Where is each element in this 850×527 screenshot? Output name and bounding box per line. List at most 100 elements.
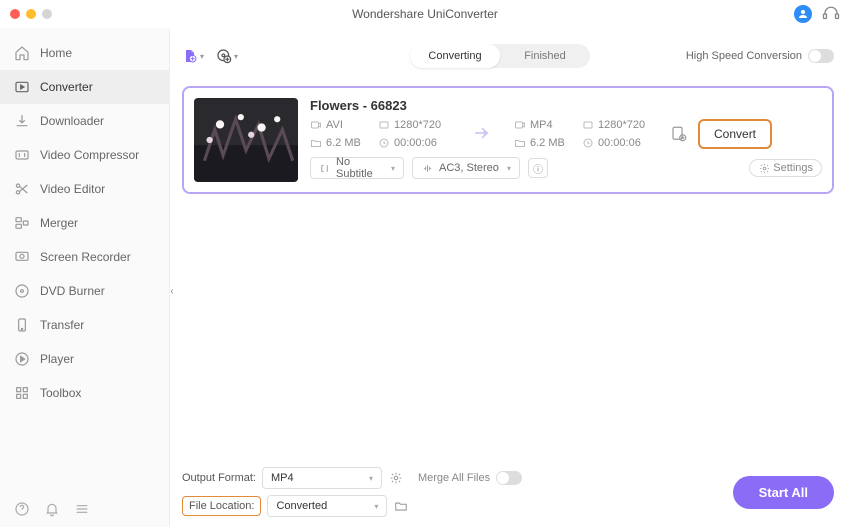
sidebar-item-label: Transfer [40,318,84,332]
gear-icon[interactable] [388,470,404,486]
merge-label: Merge All Files [418,472,490,484]
chevron-down-icon: ▾ [200,52,204,61]
sidebar-item-compressor[interactable]: Video Compressor [0,138,169,172]
tab-converting[interactable]: Converting [410,44,500,68]
sidebar-item-label: Player [40,352,74,366]
resolution-icon [378,119,390,131]
file-card[interactable]: Flowers - 66823 AVI 1280*720 6.2 MB 00:0… [182,86,834,194]
play-icon [14,351,30,367]
scissors-icon [14,181,30,197]
sidebar-item-dvd[interactable]: DVD Burner [0,274,169,308]
record-icon [14,249,30,265]
compress-icon [14,147,30,163]
audio-select[interactable]: AC3, Stereo▾ [412,157,520,179]
info-button[interactable]: ⓘ [528,158,548,178]
start-all-button[interactable]: Start All [733,476,834,509]
video-icon [310,119,322,131]
merge-toggle[interactable] [496,471,522,485]
preset-icon[interactable] [670,125,688,143]
bell-icon[interactable] [44,501,60,517]
sidebar-item-transfer[interactable]: Transfer [0,308,169,342]
video-icon [514,119,526,131]
conversion-meta: AVI 1280*720 6.2 MB 00:00:06 [310,119,822,149]
support-icon[interactable] [822,5,840,23]
hsc-label: High Speed Conversion [686,50,802,62]
disc-icon [14,283,30,299]
dst-duration: 00:00:06 [598,137,641,149]
dst-size: 6.2 MB [530,137,565,149]
bottom-bar: Output Format: MP4▾ Merge All Files File… [182,459,834,517]
output-format-label: Output Format: [182,472,256,484]
close-icon[interactable] [10,9,20,19]
clock-icon [378,137,390,149]
download-icon [14,113,30,129]
transfer-icon [14,317,30,333]
sidebar-item-label: Video Editor [40,182,105,196]
resolution-icon [582,119,594,131]
src-format: AVI [326,119,343,131]
dst-format: MP4 [530,119,553,131]
home-icon [14,45,30,61]
clock-icon [582,137,594,149]
sidebar-item-label: Screen Recorder [40,250,131,264]
subtitle-icon [319,162,330,174]
file-location-select[interactable]: Converted▾ [267,495,387,517]
sidebar-item-label: DVD Burner [40,284,105,298]
sidebar-item-home[interactable]: Home [0,36,169,70]
titlebar: Wondershare UniConverter [0,0,850,28]
collapse-handle[interactable]: ‹ [168,283,176,299]
converter-icon [14,79,30,95]
sidebar-item-recorder[interactable]: Screen Recorder [0,240,169,274]
high-speed-toggle-group: High Speed Conversion [686,49,834,63]
card-body: Flowers - 66823 AVI 1280*720 6.2 MB 00:0… [310,98,822,182]
help-icon[interactable] [14,501,30,517]
add-disc-button[interactable]: ▾ [216,45,238,67]
subtitle-select[interactable]: No Subtitle▾ [310,157,404,179]
grid-icon [14,385,30,401]
sidebar-item-merger[interactable]: Merger [0,206,169,240]
app-window: Wondershare UniConverter Home Converter … [0,0,850,527]
file-title: Flowers - 66823 [310,98,822,113]
sidebar-item-toolbox[interactable]: Toolbox [0,376,169,410]
sidebar-item-converter[interactable]: Converter [0,70,169,104]
audio-icon [421,162,433,174]
chevron-down-icon: ▾ [234,52,238,61]
hsc-toggle[interactable] [808,49,834,63]
arrow-right-icon [466,123,498,146]
open-folder-icon[interactable] [393,498,409,514]
sidebar-item-player[interactable]: Player [0,342,169,376]
video-thumbnail[interactable] [194,98,298,182]
minimize-icon[interactable] [26,9,36,19]
sidebar-item-label: Merger [40,216,78,230]
sidebar-item-label: Toolbox [40,386,81,400]
sidebar-item-label: Home [40,46,72,60]
main-panel: ▾ ▾ Converting Finished High Speed Conve… [170,28,850,527]
convert-button[interactable]: Convert [698,119,772,149]
toolbar: ▾ ▾ Converting Finished High Speed Conve… [182,38,834,74]
sidebar-footer [0,491,169,527]
sidebar: Home Converter Downloader Video Compress… [0,28,170,527]
maximize-icon[interactable] [42,9,52,19]
output-format-select[interactable]: MP4▾ [262,467,382,489]
folder-icon [514,137,526,149]
app-title: Wondershare UniConverter [352,7,498,21]
src-duration: 00:00:06 [394,137,437,149]
add-file-button[interactable]: ▾ [182,45,204,67]
track-selectors: No Subtitle▾ AC3, Stereo▾ ⓘ Settings [310,157,822,179]
menu-icon[interactable] [74,501,90,517]
sidebar-item-downloader[interactable]: Downloader [0,104,169,138]
sidebar-item-label: Downloader [40,114,104,128]
src-size: 6.2 MB [326,137,361,149]
merge-icon [14,215,30,231]
dst-resolution: 1280*720 [598,119,645,131]
gear-icon [758,162,770,174]
settings-button[interactable]: Settings [749,159,822,177]
status-tabs: Converting Finished [410,44,590,68]
app-body: Home Converter Downloader Video Compress… [0,28,850,527]
sidebar-item-editor[interactable]: Video Editor [0,172,169,206]
account-icon[interactable] [794,5,812,23]
tab-finished[interactable]: Finished [500,44,590,68]
window-controls [10,9,52,19]
sidebar-item-label: Converter [40,80,93,94]
folder-icon [310,137,322,149]
